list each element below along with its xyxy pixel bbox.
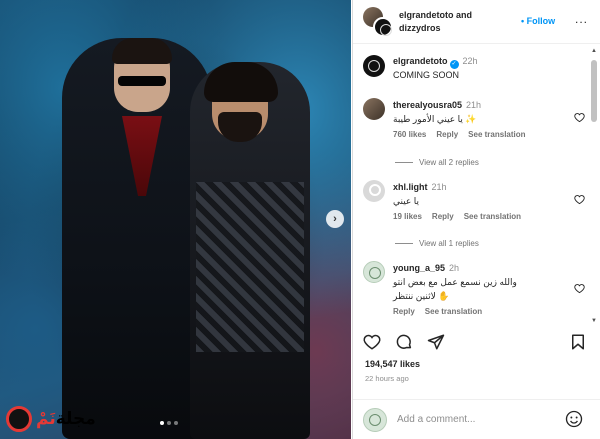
person-left-shirt xyxy=(122,116,162,196)
post-photo[interactable]: › مجلةنَمْ xyxy=(0,0,351,439)
comment-time[interactable]: 21h xyxy=(466,100,481,110)
follow-button[interactable]: • Follow xyxy=(521,16,555,26)
divider-line xyxy=(395,162,413,163)
scroll-up-icon[interactable]: ▲ xyxy=(591,48,597,54)
comments-scrollbar[interactable]: ▲ ▼ xyxy=(590,46,598,326)
comment-item: therealyousra05 21h ✨ يا عيني الأمور طيبة… xyxy=(363,98,585,139)
collab-usernames[interactable]: elgrandetoto and dizzydros xyxy=(399,9,472,35)
header-names-line2[interactable]: dizzydros xyxy=(399,22,472,35)
reply-button[interactable]: Reply xyxy=(432,212,454,221)
more-icon[interactable]: ... xyxy=(575,12,588,26)
avatar[interactable] xyxy=(373,16,393,37)
heart-icon[interactable] xyxy=(363,333,381,351)
header-names-line1[interactable]: elgrandetoto and xyxy=(399,9,472,22)
comment-username[interactable]: xhl.light xyxy=(393,182,428,192)
person-right-jacket-pattern xyxy=(196,182,304,352)
avatar[interactable] xyxy=(363,55,385,77)
see-translation-button[interactable]: See translation xyxy=(468,130,525,139)
caption-time[interactable]: 22h xyxy=(463,56,478,66)
comment-time[interactable]: 21h xyxy=(432,182,447,192)
likes-count[interactable]: 194,547 likes xyxy=(365,359,420,369)
caption-username[interactable]: elgrandetoto xyxy=(393,56,448,66)
view-replies-label[interactable]: View all 2 replies xyxy=(419,158,479,167)
post-actions xyxy=(353,331,600,355)
scroll-down-icon[interactable]: ▼ xyxy=(591,318,597,324)
comment-icon[interactable] xyxy=(395,333,413,351)
comment-item: young_a_95 2h والله زين نسمع عمل مع بعض ا… xyxy=(363,261,585,316)
heart-icon[interactable] xyxy=(574,283,585,294)
watermark-mark xyxy=(6,406,32,432)
watermark-text-red: نَمْ xyxy=(36,409,56,429)
comment-text: ✨ يا عيني الأمور طيبة xyxy=(393,114,477,124)
person-right-hair xyxy=(204,62,278,102)
post-caption: elgrandetoto ✓ 22h COMING SOON xyxy=(353,45,589,82)
carousel-dot-1[interactable] xyxy=(160,421,164,425)
post-sidebar: elgrandetoto and dizzydros • Follow ... … xyxy=(352,0,600,439)
view-replies-button[interactable]: View all 1 replies xyxy=(395,239,479,248)
divider-line xyxy=(395,243,413,244)
avatar xyxy=(363,407,387,432)
person-left-hair xyxy=(112,38,172,64)
watermark-text-black: مجلة xyxy=(55,409,96,429)
watermark-text: مجلةنَمْ xyxy=(36,409,96,429)
avatar[interactable] xyxy=(363,180,385,202)
share-icon[interactable] xyxy=(427,333,445,351)
comment-text: والله زين نسمع عمل مع بعض انتو xyxy=(393,277,517,287)
comment-input[interactable]: Add a comment... xyxy=(397,414,475,425)
carousel-dots xyxy=(160,421,178,425)
bookmark-icon[interactable] xyxy=(569,333,587,351)
reply-button[interactable]: Reply xyxy=(393,307,415,316)
avatar[interactable] xyxy=(363,98,385,120)
verified-icon: ✓ xyxy=(449,60,459,69)
heart-icon[interactable] xyxy=(574,194,585,205)
comment-likes[interactable]: 760 likes xyxy=(393,130,426,139)
see-translation-button[interactable]: See translation xyxy=(464,212,521,221)
see-translation-button[interactable]: See translation xyxy=(425,307,482,316)
scrollbar-thumb[interactable] xyxy=(591,60,597,122)
comment-text-line2: ✋ لاثنين ننتظر xyxy=(393,291,450,301)
avatar[interactable] xyxy=(363,261,385,283)
comment-time[interactable]: 2h xyxy=(449,263,459,273)
carousel-dot-2[interactable] xyxy=(167,421,171,425)
caption-text: COMING SOON xyxy=(393,70,460,80)
watermark-logo: مجلةنَمْ xyxy=(6,406,96,432)
emoji-icon[interactable] xyxy=(565,410,583,428)
view-replies-button[interactable]: View all 2 replies xyxy=(395,158,479,167)
post-timestamp[interactable]: 22 hours ago xyxy=(365,374,409,383)
carousel-dot-3[interactable] xyxy=(174,421,178,425)
comment-likes[interactable]: 19 likes xyxy=(393,212,422,221)
comment-text: يا عيني xyxy=(393,196,420,206)
comment-username[interactable]: therealyousra05 xyxy=(393,100,462,110)
comment-composer: Add a comment... xyxy=(353,399,600,439)
comments-list[interactable]: elgrandetoto ✓ 22h COMING SOON therealyous… xyxy=(353,45,589,325)
comment-item: xhl.light 21h يا عيني 19 likes Reply See … xyxy=(363,180,585,221)
heart-icon[interactable] xyxy=(574,112,585,123)
comment-username[interactable]: young_a_95 xyxy=(393,263,445,273)
person-right-beard xyxy=(218,112,262,142)
view-replies-label[interactable]: View all 1 replies xyxy=(419,239,479,248)
person-right xyxy=(190,62,310,439)
post-header: elgrandetoto and dizzydros • Follow ... xyxy=(353,0,600,44)
person-left-sunglasses xyxy=(118,76,166,86)
next-arrow-icon[interactable]: › xyxy=(326,210,344,228)
reply-button[interactable]: Reply xyxy=(436,130,458,139)
collab-avatars[interactable] xyxy=(363,6,393,37)
